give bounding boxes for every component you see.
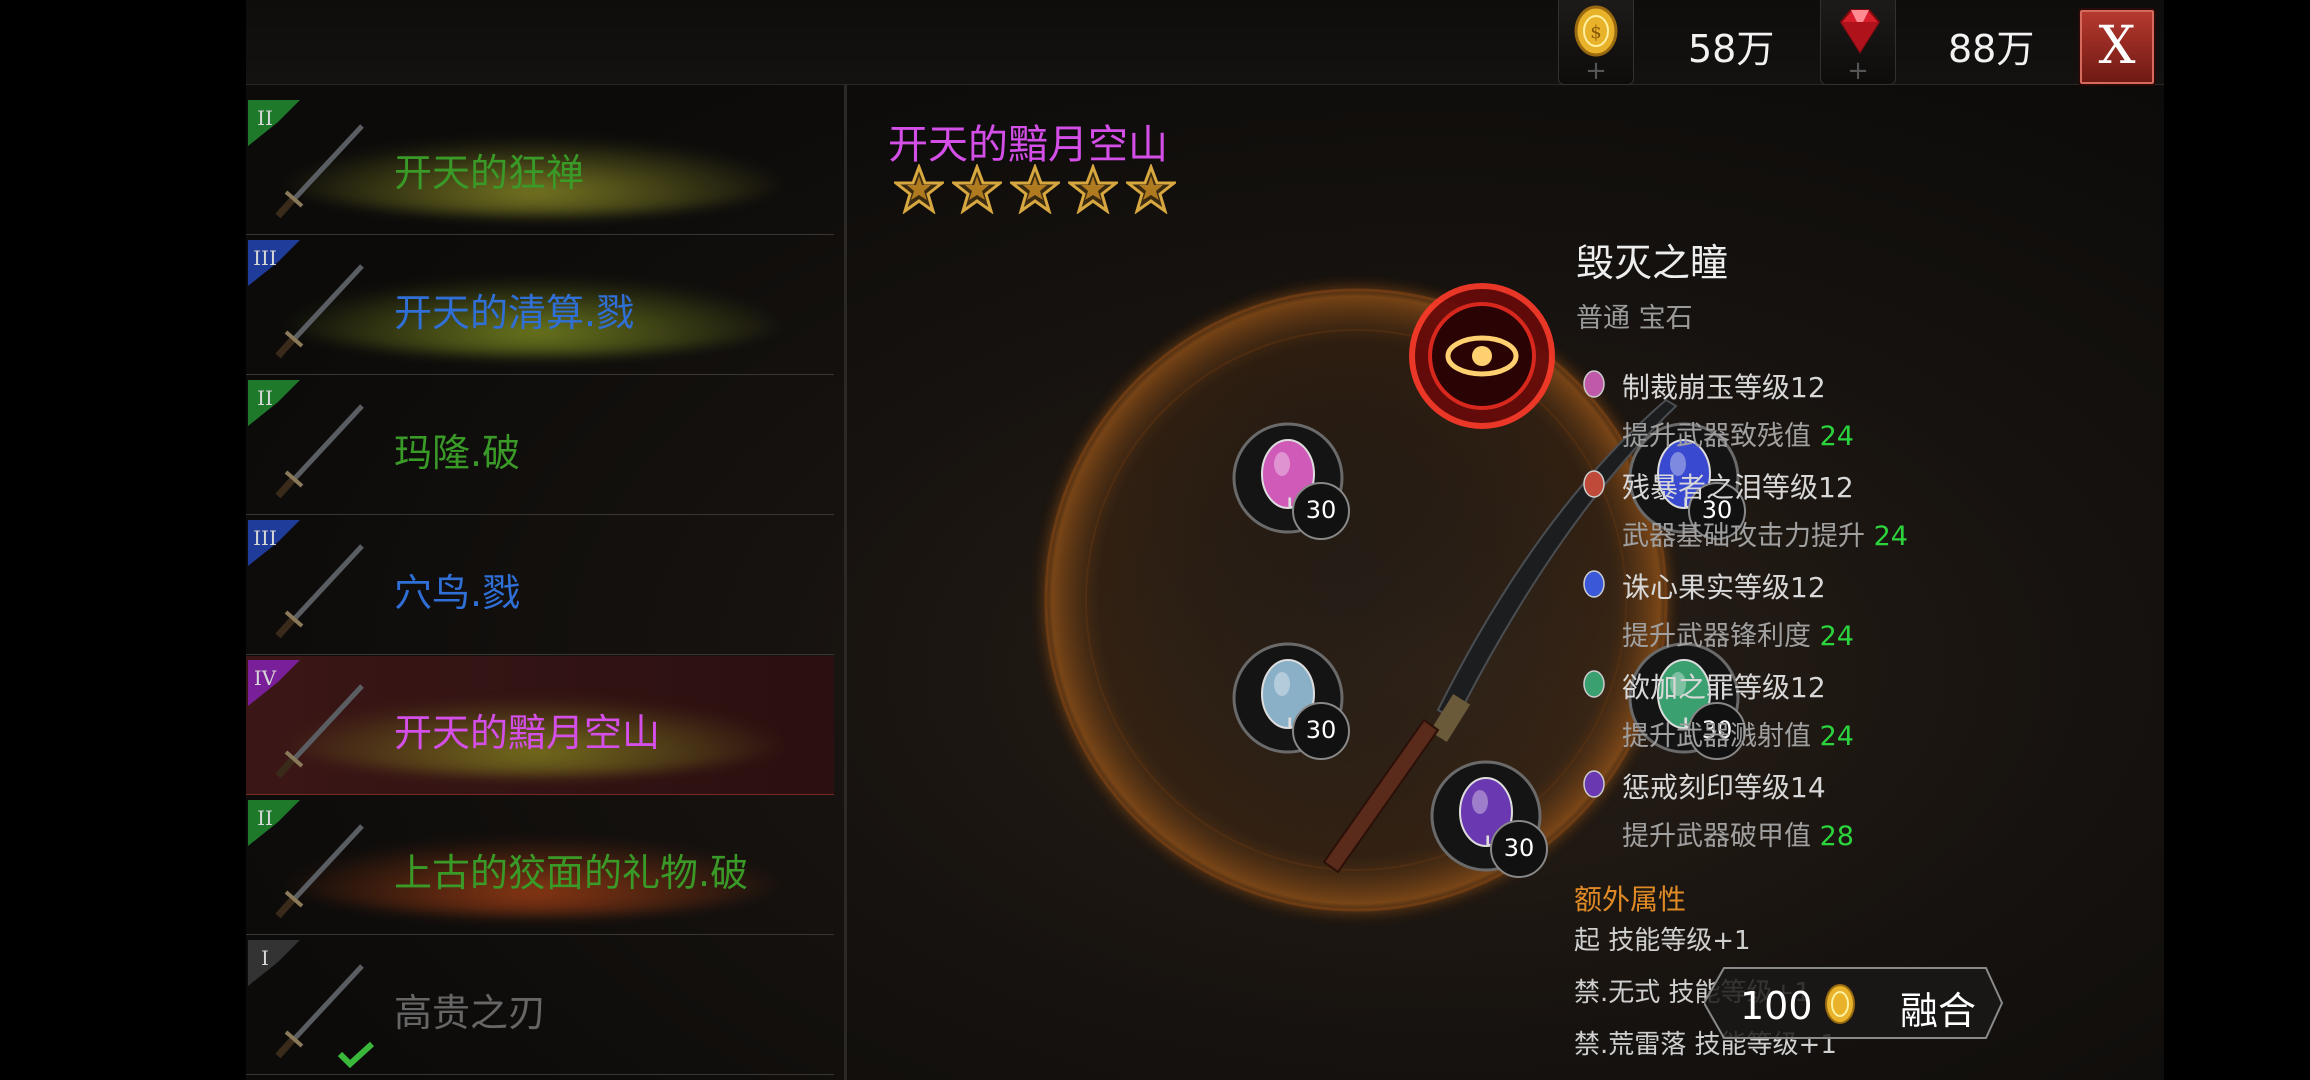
weapon-name: 开天的黯月空山: [394, 711, 661, 755]
item-title: 开天的黯月空山: [888, 122, 1168, 168]
weapon-name: 玛隆.破: [394, 431, 521, 475]
top-bar: $ + 58万 + 88万 X: [246, 0, 2164, 86]
stat-name: 制裁崩玉等级12: [1622, 371, 1826, 404]
ruby-amount: 88万: [1948, 27, 2035, 71]
stat-value: 24: [1819, 421, 1854, 452]
weapon-thumbnail-icon: [275, 124, 364, 219]
weapon-thumbnail-icon: [275, 404, 364, 499]
plus-icon: +: [1847, 56, 1869, 86]
gold-coin-icon: $: [1574, 5, 1618, 57]
stat-name: 惩戒刻印等级14: [1622, 771, 1826, 804]
plus-icon: +: [1585, 56, 1607, 86]
socket-level: 30: [1490, 820, 1548, 878]
ruby-icon: [1839, 9, 1881, 54]
game-screen: $ + 58万 + 88万 X II 开天的狂禅 III 开天的清算.戮 II 玛隆.破 I…: [246, 0, 2164, 1080]
weapon-list-item[interactable]: II 玛隆.破: [246, 376, 834, 515]
stat-description-text: 提升武器锋利度: [1622, 621, 1811, 652]
weapon-name: 上古的狡面的礼物.破: [394, 851, 749, 895]
star-rating: [891, 162, 1184, 218]
gem-socket[interactable]: Lu30: [1230, 420, 1350, 540]
stat-description: 武器基础攻击力提升 24: [1622, 514, 1908, 553]
weapon-thumbnail-icon: [275, 544, 364, 639]
blue-gem-icon: [1583, 570, 1605, 598]
gold-amount: 58万: [1688, 27, 1775, 71]
star-icon: [1065, 162, 1121, 215]
pink-gem-icon: [1583, 370, 1605, 398]
stat-name: 欲加之罪等级12: [1622, 671, 1826, 704]
fuse-label: 融合: [1900, 989, 1977, 1033]
stat-description: 提升武器溅射值 24: [1622, 714, 1854, 753]
purple-gem-icon: [1583, 770, 1605, 798]
stat-description: 提升武器锋利度 24: [1622, 614, 1854, 653]
stat-value: 24: [1873, 521, 1908, 552]
star-icon: [891, 162, 947, 215]
weapon-list-item[interactable]: II 上古的狡面的礼物.破: [246, 796, 834, 935]
weapon-thumbnail-icon: [275, 824, 364, 919]
stat-value: 24: [1819, 621, 1854, 652]
weapon-thumbnail-icon: [275, 684, 364, 779]
socket-level: 30: [1292, 482, 1350, 540]
gem-name: 毁灭之瞳: [1576, 241, 1729, 285]
ruby-add-button[interactable]: +: [1820, 0, 1896, 85]
weapon-name: 高贵之刃: [394, 991, 547, 1035]
stat-description-text: 提升武器溅射值: [1622, 721, 1811, 752]
stat-description-text: 武器基础攻击力提升: [1622, 521, 1865, 552]
stat-description: 提升武器破甲值 28: [1622, 814, 1854, 853]
weapon-list-item[interactable]: IV 开天的黯月空山: [246, 656, 834, 795]
weapon-name: 开天的狂禅: [394, 151, 585, 195]
star-icon: [1007, 162, 1063, 215]
fuse-cost: 100: [1740, 984, 1813, 1028]
stat-name: 诛心果实等级12: [1622, 571, 1826, 604]
gem-socket[interactable]: Lu30: [1230, 640, 1350, 760]
star-icon: [1123, 162, 1179, 215]
panel-divider: [844, 84, 847, 1080]
weapon-thumbnail-icon: [275, 264, 364, 359]
weapon-list-item[interactable]: I 高贵之刃: [246, 936, 834, 1075]
close-button[interactable]: X: [2078, 8, 2156, 86]
crystal-gem-icon: [1583, 470, 1605, 498]
stat-value: 24: [1819, 721, 1854, 752]
stat-description-text: 提升武器致残值: [1622, 421, 1811, 452]
stat-description-text: 提升武器破甲值: [1622, 821, 1811, 852]
gold-add-button[interactable]: $ +: [1558, 0, 1634, 85]
socket-level: 30: [1292, 702, 1350, 760]
extra-attributes-title: 额外属性: [1574, 883, 1687, 916]
weapon-list: II 开天的狂禅 III 开天的清算.戮 II 玛隆.破 III 穴鸟.戮 IV 开天的黯月空山 I…: [246, 96, 846, 1080]
weapon-name: 穴鸟.戮: [394, 571, 521, 615]
gem-type: 普通 宝石: [1576, 303, 1693, 334]
eye-emblem-icon: [1409, 283, 1555, 429]
extra-attribute: 起 技能等级+1: [1574, 926, 1751, 956]
weapon-list-item[interactable]: III 开天的清算.戮: [246, 236, 834, 375]
weapon-name: 开天的清算.戮: [394, 291, 635, 335]
green-gem-icon: [1583, 670, 1605, 698]
stat-name: 残暴者之泪等级12: [1622, 471, 1854, 504]
stat-value: 28: [1819, 821, 1854, 852]
stat-description: 提升武器致残值 24: [1622, 414, 1854, 453]
weapon-list-item[interactable]: III 穴鸟.戮: [246, 516, 834, 655]
gem-socket[interactable]: Lu30: [1428, 758, 1548, 878]
gold-coin-icon: [1825, 984, 1855, 1024]
weapon-list-item[interactable]: II 开天的狂禅: [246, 96, 834, 235]
svg-text:$: $: [1590, 22, 1601, 43]
star-icon: [949, 162, 1005, 215]
equipped-check-icon: [337, 1041, 375, 1069]
